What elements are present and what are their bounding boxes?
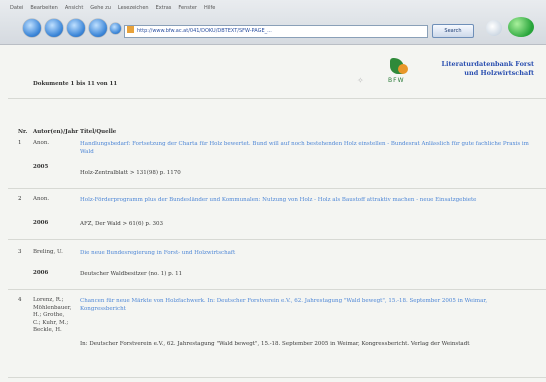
page-favicon-icon: [127, 26, 134, 33]
globe-icon: [508, 17, 534, 37]
menu-item-bookmarks[interactable]: Lesezeichen: [118, 5, 149, 15]
row-source: Deutscher Waldbesitzer (no. 1) p. 11: [80, 271, 183, 277]
menu-item-edit[interactable]: Bearbeiten: [30, 5, 57, 15]
search-button[interactable]: Search: [432, 24, 474, 38]
address-bar[interactable]: http://www.bfw.ac.at/041/DOKU/DBTEXT/SFW…: [124, 25, 428, 38]
menu-item-go[interactable]: Gehe zu: [90, 5, 111, 15]
browser-toolbar: Datei Bearbeiten Ansicht Gehe zu Lesezei…: [0, 0, 546, 45]
address-url: http://www.bfw.ac.at/041/DOKU/DBTEXT/SFW…: [137, 28, 272, 34]
home-button[interactable]: [110, 23, 121, 34]
row-source: Holz-Zentralblatt > 131(98) p. 1170: [80, 170, 181, 176]
header-nr: Nr.: [18, 129, 28, 135]
forward-button[interactable]: [45, 19, 63, 37]
header-author: Autor(en)/Jahr: [33, 129, 79, 135]
row-divider: [8, 289, 546, 290]
row-year: 2006: [33, 270, 49, 276]
bfw-logo: BFW: [386, 58, 420, 88]
row-author: Breling, U.: [33, 249, 63, 255]
menu-item-window[interactable]: Fenster: [178, 5, 197, 15]
menu-bar: Datei Bearbeiten Ansicht Gehe zu Lesezei…: [10, 5, 215, 15]
row-author: Anon.: [33, 140, 50, 146]
row-divider: [8, 188, 546, 189]
row-year: 2006: [33, 220, 49, 226]
header-title: Titel/Quelle: [80, 129, 117, 135]
row-year: 2005: [33, 164, 49, 170]
row-number: 3: [18, 249, 22, 255]
row-title-link[interactable]: Handlungsbedarf: Fortsetzung der Charta …: [80, 140, 530, 156]
row-author: Anon.: [33, 196, 50, 202]
menu-item-help[interactable]: Hilfe: [204, 5, 215, 15]
row-number: 1: [18, 140, 22, 146]
database-title[interactable]: Literaturdatenbank Forst und Holzwirtsch…: [441, 60, 534, 78]
row-author: Lorenz, R.; Möhlenbauer, H.; Grothe, C.;…: [33, 297, 72, 333]
database-title-line1: Literaturdatenbank Forst: [441, 60, 534, 68]
divider: [8, 98, 546, 99]
row-divider: [8, 377, 546, 378]
row-title-link[interactable]: Die neue Bundesregierung in Forst- und H…: [80, 249, 530, 257]
menu-item-file[interactable]: Datei: [10, 5, 23, 15]
menu-item-tools[interactable]: Extras: [156, 5, 172, 15]
row-source: In: Deutscher Forstverein e.V., 62. Jahr…: [80, 341, 470, 347]
row-source: AFZ, Der Wald > 61(6) p. 303: [80, 221, 163, 227]
stop-button[interactable]: [89, 19, 107, 37]
sparkle-icon: ✧: [357, 76, 364, 85]
logo-sun-icon: [398, 64, 408, 74]
cloud-icon[interactable]: [486, 20, 502, 36]
database-title-line2: und Holzwirtschaft: [464, 69, 534, 77]
menu-item-view[interactable]: Ansicht: [65, 5, 83, 15]
row-divider: [8, 239, 546, 240]
logo-text: BFW: [388, 77, 405, 84]
reload-button[interactable]: [67, 19, 85, 37]
row-title-link[interactable]: Holz-Förderprogramm plus der Bundeslände…: [80, 196, 530, 204]
back-button[interactable]: [23, 19, 41, 37]
result-count: Dokumente 1 bis 11 von 11: [33, 81, 118, 87]
row-title-link[interactable]: Chancen für neue Märkte von Holzfachwerk…: [80, 297, 530, 313]
row-number: 2: [18, 196, 22, 202]
row-number: 4: [18, 297, 22, 303]
